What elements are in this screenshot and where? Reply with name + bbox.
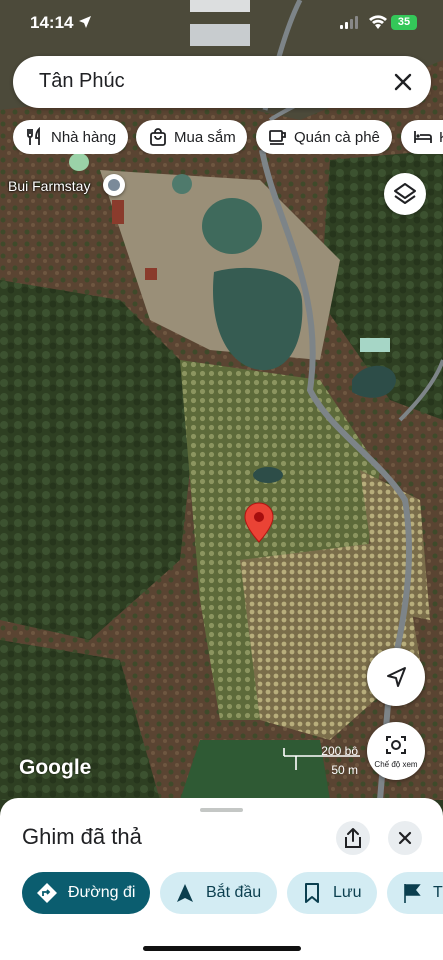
fork-knife-icon	[27, 127, 40, 145]
cellular-signal-icon	[340, 16, 358, 29]
directions-icon	[37, 883, 57, 903]
close-icon	[398, 831, 412, 845]
flag-icon	[404, 884, 421, 903]
google-logo: Google	[19, 756, 92, 779]
action-label: Bắt đầu	[206, 884, 262, 901]
wifi-icon	[369, 15, 387, 29]
bookmark-icon	[305, 883, 319, 903]
layers-icon	[394, 183, 416, 204]
start-button[interactable]: Bắt đầu	[160, 872, 277, 914]
scale-label-meters: 50 m	[331, 763, 358, 777]
chip-label: Nhà hàng	[51, 128, 117, 146]
bottom-sheet[interactable]: Ghim đã thả Đường đi Bắt đầu Lưu T	[0, 798, 443, 960]
chip-label: K	[439, 129, 443, 146]
action-label: Lưu	[333, 884, 362, 901]
drag-handle[interactable]	[200, 808, 243, 812]
close-sheet-button[interactable]	[388, 821, 422, 855]
map-scale: 200 bộ 50 m	[282, 744, 362, 778]
my-location-button[interactable]	[367, 648, 425, 706]
chip-label: Mua sắm	[174, 128, 236, 146]
lens-label: Chế độ xem	[374, 760, 418, 769]
chip-shopping[interactable]: Mua sắm	[136, 120, 247, 154]
action-label: Đường đi	[68, 884, 136, 901]
place-marker-icon[interactable]	[103, 174, 125, 196]
navigation-arrow-icon	[177, 884, 193, 902]
flag-button[interactable]: T	[387, 872, 443, 914]
save-button[interactable]: Lưu	[287, 872, 377, 914]
chip-coffee[interactable]: Quán cà phê	[256, 120, 392, 154]
chip-hotels[interactable]: K	[401, 120, 443, 154]
bed-icon	[414, 131, 432, 143]
action-buttons: Đường đi Bắt đầu Lưu T	[0, 872, 443, 916]
location-arrow-icon	[79, 16, 91, 28]
search-bar[interactable]: Tân Phúc	[13, 56, 431, 108]
search-query[interactable]: Tân Phúc	[39, 70, 125, 93]
place-label-farmstay[interactable]: Bui Farmstay	[8, 178, 90, 194]
status-time: 14:14	[30, 13, 74, 32]
battery-icon: 35	[391, 15, 417, 30]
lens-view-button[interactable]: Chế độ xem	[367, 722, 425, 780]
share-button[interactable]	[336, 821, 370, 855]
map-layers-button[interactable]	[384, 173, 426, 215]
chip-label: Quán cà phê	[294, 128, 380, 146]
share-icon	[345, 828, 361, 848]
dropped-pin-icon[interactable]	[244, 502, 274, 544]
camera-lens-icon	[386, 736, 406, 754]
shopping-bag-icon	[150, 128, 166, 146]
status-bar: 14:14 35	[0, 0, 443, 46]
home-indicator[interactable]	[143, 946, 301, 951]
chip-restaurants[interactable]: Nhà hàng	[13, 120, 128, 154]
navigation-arrow-icon	[387, 667, 406, 687]
scale-label-feet: 200 bộ	[321, 744, 358, 758]
sheet-title: Ghim đã thả	[22, 824, 142, 849]
directions-button[interactable]: Đường đi	[22, 872, 150, 914]
action-label: T	[433, 884, 443, 901]
close-icon[interactable]	[389, 68, 417, 96]
coffee-cup-icon	[269, 130, 286, 145]
category-chips: Nhà hàng Mua sắm Quán cà phê K	[13, 120, 443, 154]
